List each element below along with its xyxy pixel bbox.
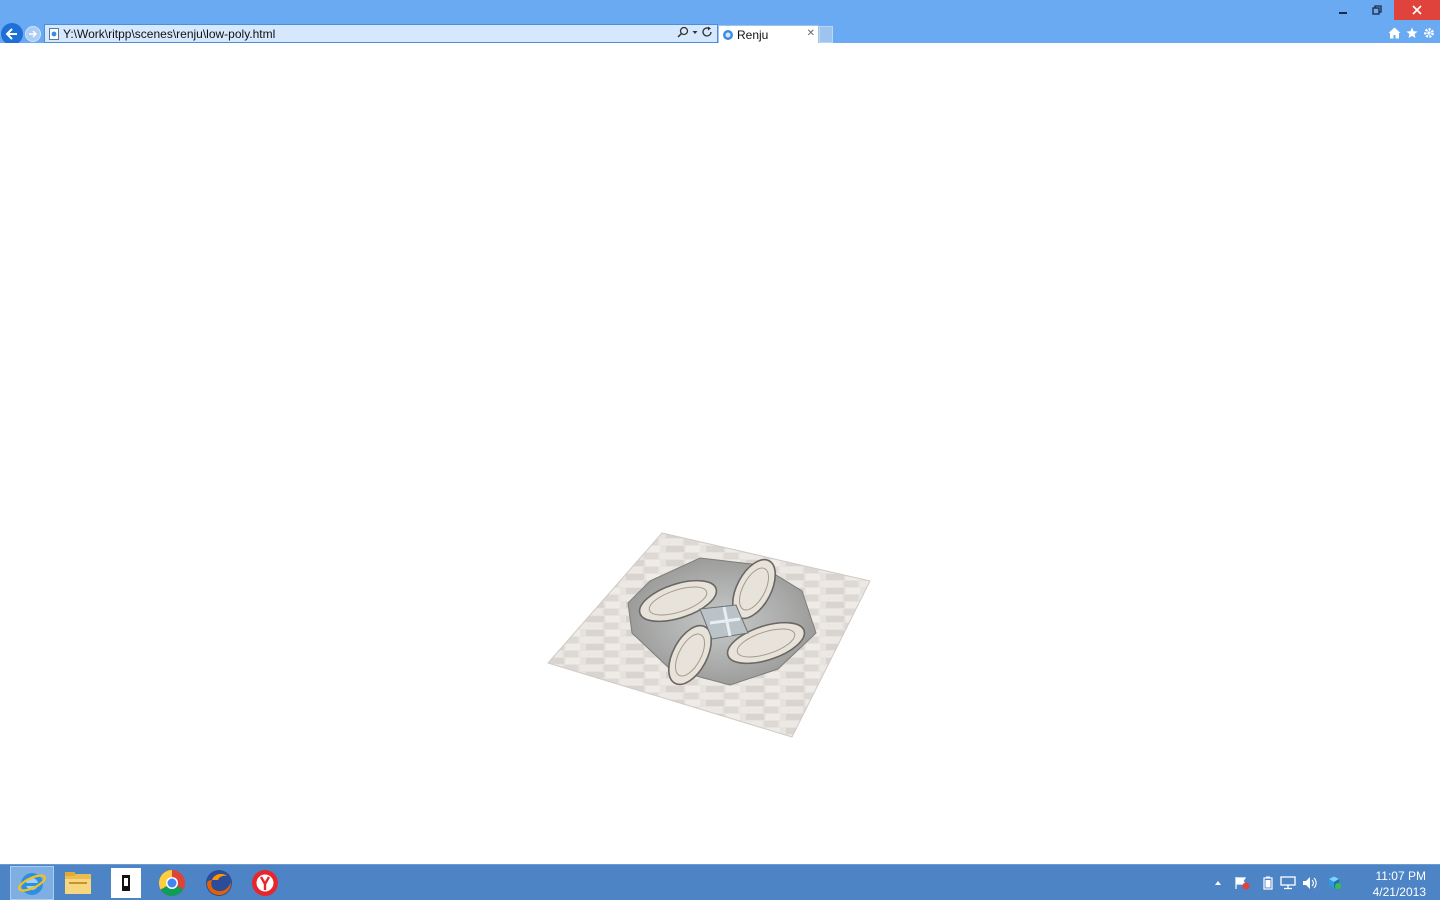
forward-button[interactable] [25,26,41,42]
back-button[interactable] [1,23,23,45]
tab-renju[interactable]: Renju ✕ [718,25,819,43]
taskbar: 11:07 PM 4/21/2013 [0,864,1440,900]
firefox-icon [206,870,232,896]
tray-app[interactable] [1326,876,1342,890]
taskbar-firefox[interactable] [197,866,241,900]
minimize-icon [1339,12,1347,14]
close-button[interactable] [1394,0,1440,20]
address-tools [677,26,713,38]
tray-app-icon [1329,876,1341,889]
tray-battery[interactable] [1260,876,1276,890]
tray-action-center[interactable] [1234,876,1250,890]
taskbar-yandex[interactable] [243,866,287,900]
battery-icon [1263,876,1273,890]
clock-date: 4/21/2013 [1372,885,1426,899]
restore-icon [1372,5,1382,15]
taskbar-clock[interactable]: 11:07 PM 4/21/2013 [1373,868,1426,900]
chevron-up-icon [1215,881,1221,885]
window-controls [1326,0,1440,20]
close-icon [1412,5,1422,15]
volume-icon [1303,877,1317,889]
network-icon [1280,876,1296,890]
tray-volume[interactable] [1302,876,1318,890]
home-icon[interactable] [1388,27,1401,39]
toolbar-icons [1388,27,1435,39]
search-icon[interactable] [677,26,689,38]
system-tray: 11:07 PM 4/21/2013 [1210,865,1440,901]
restore-button[interactable] [1360,0,1394,20]
address-url[interactable]: Y:\Work\ritpp\scenes\renju\low-poly.html [63,27,275,41]
minimize-button[interactable] [1326,0,1360,20]
flag-icon [1235,877,1250,890]
taskbar-app[interactable] [104,866,148,900]
renju-board-3d[interactable] [540,483,880,753]
internet-explorer-icon [18,873,46,895]
favorites-star-icon[interactable] [1406,27,1418,39]
dropdown-chevron-icon[interactable] [692,26,698,38]
chrome-icon [158,869,186,897]
yandex-browser-icon [252,870,278,896]
settings-gear-icon[interactable] [1423,27,1435,39]
back-arrow-icon [5,28,17,40]
folder-icon [65,872,91,894]
taskbar-internet-explorer[interactable] [10,866,54,900]
refresh-icon[interactable] [701,26,713,38]
page-icon [46,26,62,42]
tab-label: Renju [737,27,769,42]
taskbar-file-explorer[interactable] [56,866,100,900]
page-viewport[interactable] [0,43,1440,864]
browser-chrome: Y:\Work\ritpp\scenes\renju\low-poly.html… [0,0,1440,45]
taskbar-chrome[interactable] [150,866,194,900]
address-bar[interactable]: Y:\Work\ritpp\scenes\renju\low-poly.html [44,24,718,43]
tab-close-icon[interactable]: ✕ [807,28,815,39]
new-tab-button[interactable] [819,26,833,43]
show-hidden-icons[interactable] [1210,876,1226,890]
page-favicon-icon [721,28,735,42]
black-white-app-icon [111,868,141,898]
clock-time: 11:07 PM [1375,869,1426,883]
tray-network[interactable] [1280,876,1296,890]
forward-arrow-icon [29,30,37,38]
